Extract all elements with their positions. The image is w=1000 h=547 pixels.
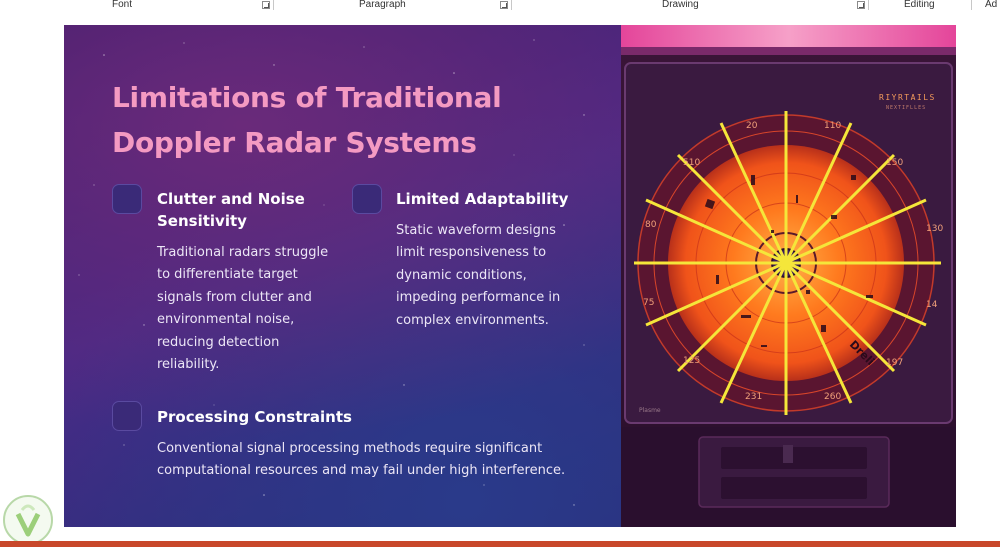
slide-title[interactable]: Limitations of Traditional Doppler Radar…	[112, 75, 552, 165]
ribbon-separator	[868, 0, 869, 10]
font-dialog-launcher-icon[interactable]	[262, 1, 270, 9]
card-text-line: reliability.	[157, 357, 220, 373]
ribbon-separator	[273, 0, 274, 10]
ribbon-separator	[511, 0, 512, 10]
scale-label: 110	[824, 121, 841, 131]
card-title-line: Processing Constraints	[157, 408, 352, 426]
card-text-line: environmental noise,	[157, 312, 295, 328]
scale-label: 260	[824, 392, 841, 402]
card-text-line: impeding performance in	[396, 290, 561, 306]
card-title-line: Clutter and Noise	[157, 190, 305, 208]
scale-label: 125	[683, 356, 700, 366]
ribbon-group-add-ins: Ad	[985, 0, 998, 10]
ribbon-group-font: Font	[112, 0, 133, 10]
radar-display-image[interactable]: 20 110 510 150 80 130 75 14 125 197 231 …	[621, 25, 956, 527]
card-text-line: complex environments.	[396, 312, 549, 328]
card-icon-box	[112, 184, 142, 214]
slide-title-line: Limitations of Traditional	[112, 81, 502, 114]
image-brand-sublabel: NEXTIFLLES	[886, 105, 926, 111]
image-brand-label: RIYRTAILS	[879, 93, 936, 102]
card-icon-box	[112, 401, 142, 431]
scale-label: 80	[645, 220, 657, 230]
card-title-line: Limited Adaptability	[396, 190, 569, 208]
scale-label: 231	[745, 392, 762, 402]
taskbar-strip	[0, 541, 1000, 547]
paragraph-dialog-launcher-icon[interactable]	[500, 1, 508, 9]
scale-label: 150	[886, 158, 903, 168]
ribbon-group-labels: Font Paragraph Drawing Editing Ad	[0, 0, 1000, 12]
card-text-clutter[interactable]: Traditional radars struggle to different…	[157, 242, 328, 376]
slide-canvas[interactable]: Limitations of Traditional Doppler Radar…	[64, 25, 956, 527]
scale-label: 130	[926, 224, 943, 234]
card-text-line: reducing detection	[157, 334, 280, 350]
ribbon-group-drawing: Drawing	[662, 0, 699, 10]
drawing-dialog-launcher-icon[interactable]	[857, 1, 865, 9]
image-corner-label: Plasme	[639, 407, 661, 414]
card-title-adaptability[interactable]: Limited Adaptability	[396, 188, 568, 210]
scale-label: 510	[683, 158, 700, 168]
card-text-processing[interactable]: Conventional signal processing methods r…	[157, 438, 565, 483]
card-text-line: Conventional signal processing methods r…	[157, 441, 543, 456]
scale-label: 75	[643, 298, 654, 308]
card-icon-box	[352, 184, 382, 214]
watermark-logo	[3, 495, 53, 545]
scale-label: 197	[886, 358, 903, 368]
scale-label: 14	[926, 300, 938, 310]
slide-title-line: Doppler Radar Systems	[112, 126, 477, 159]
card-text-line: computational resources and may fail und…	[157, 463, 566, 479]
card-text-line: to differentiate target	[157, 267, 298, 283]
card-text-line: limit responsiveness to	[396, 245, 547, 261]
ribbon-separator	[971, 0, 972, 10]
card-text-line: signals from clutter and	[157, 289, 312, 305]
scale-label: 20	[746, 121, 758, 131]
card-title-clutter[interactable]: Clutter and Noise Sensitivity	[157, 188, 305, 232]
card-text-line: Traditional radars struggle	[157, 245, 329, 260]
ribbon-group-editing: Editing	[904, 0, 935, 10]
ribbon-group-paragraph: Paragraph	[359, 0, 406, 10]
card-text-adaptability[interactable]: Static waveform designs limit responsive…	[396, 220, 560, 332]
card-title-line: Sensitivity	[157, 212, 247, 230]
card-text-line: dynamic conditions,	[396, 267, 527, 283]
card-text-line: Static waveform designs	[396, 223, 556, 238]
card-title-processing[interactable]: Processing Constraints	[157, 406, 352, 428]
